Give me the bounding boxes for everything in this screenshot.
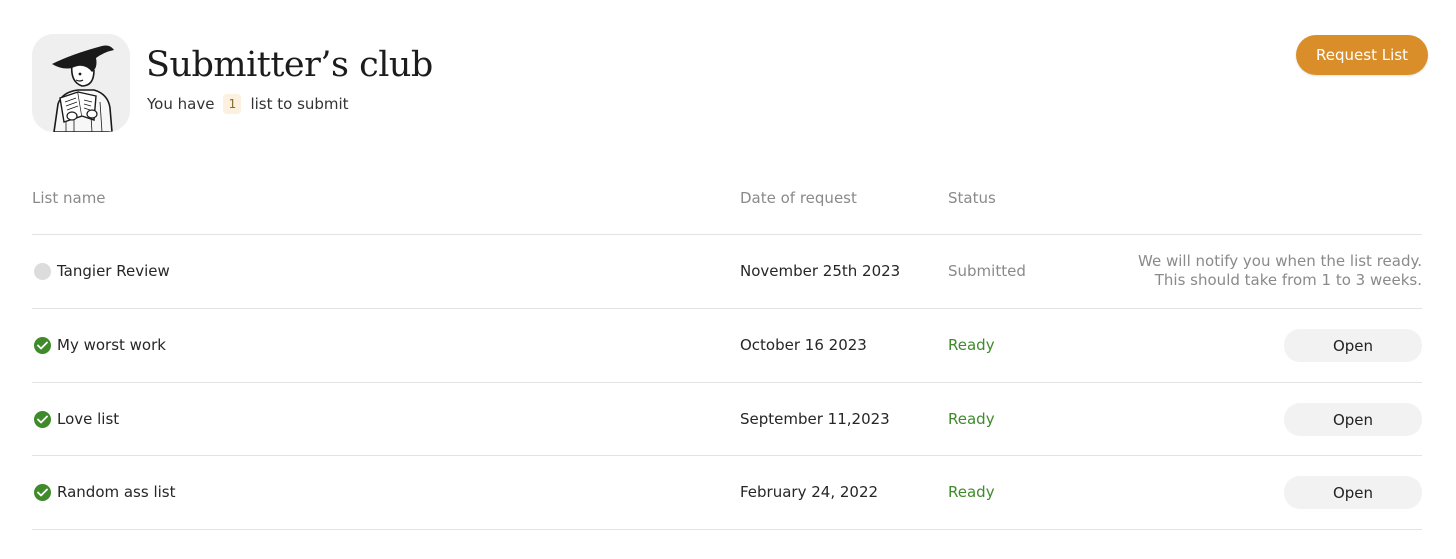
request-date: October 16 2023 <box>740 336 867 354</box>
pending-count-badge: 1 <box>223 94 242 114</box>
status-label: Ready <box>948 410 995 428</box>
check-circle-icon <box>34 484 51 501</box>
check-circle-icon <box>34 337 51 354</box>
request-list-button[interactable]: Request List <box>1296 35 1428 75</box>
list-name: Random ass list <box>57 483 176 501</box>
summary-suffix: list to submit <box>250 95 349 113</box>
summary-prefix: You have <box>147 95 215 113</box>
table-row: My worst work October 16 2023 Ready Open <box>32 309 1422 382</box>
status-note-line: We will notify you when the list ready. <box>1138 252 1422 270</box>
request-date: November 25th 2023 <box>740 262 901 280</box>
row-divider <box>32 529 1422 530</box>
pending-summary: You have 1 list to submit <box>147 93 349 115</box>
open-button[interactable]: Open <box>1284 329 1422 362</box>
list-name: My worst work <box>57 336 166 354</box>
column-header-list-name: List name <box>32 189 106 207</box>
table-row: Tangier Review November 25th 2023 Submit… <box>32 235 1422 308</box>
pending-status-icon <box>34 263 51 280</box>
open-button[interactable]: Open <box>1284 403 1422 436</box>
column-header-status: Status <box>948 189 996 207</box>
table-row: Random ass list February 24, 2022 Ready … <box>32 456 1422 529</box>
column-header-date: Date of request <box>740 189 857 207</box>
list-name: Tangier Review <box>57 262 170 280</box>
check-circle-icon <box>34 411 51 428</box>
status-label: Ready <box>948 336 995 354</box>
list-name: Love list <box>57 410 120 428</box>
table-row: Love list September 11,2023 Ready Open <box>32 383 1422 456</box>
status-label: Submitted <box>948 262 1026 280</box>
request-date: September 11,2023 <box>740 410 890 428</box>
status-note: We will notify you when the list ready. … <box>1138 252 1422 290</box>
open-button[interactable]: Open <box>1284 476 1422 509</box>
page-title: Submitter’s club <box>146 45 433 85</box>
status-label: Ready <box>948 483 995 501</box>
status-note-line: This should take from 1 to 3 weeks. <box>1154 271 1422 289</box>
reader-illustration-icon <box>32 34 130 132</box>
avatar <box>32 34 130 132</box>
request-date: February 24, 2022 <box>740 483 879 501</box>
